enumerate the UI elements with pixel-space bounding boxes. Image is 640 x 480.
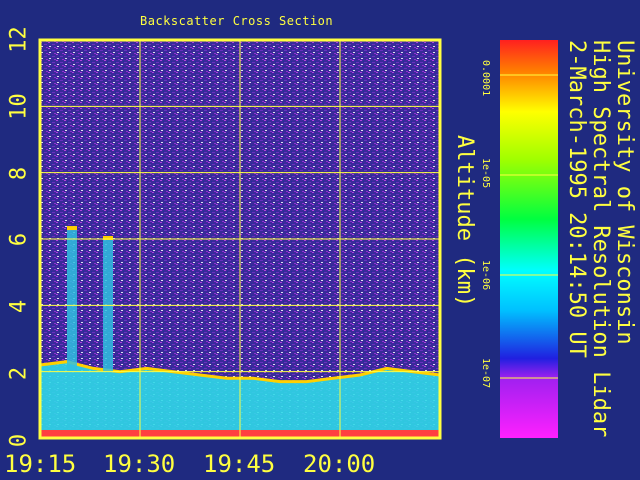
- x-tick-2000: 20:00: [303, 450, 376, 478]
- timestamp: 2-March-1995 20:14:50 UT: [564, 40, 589, 358]
- y-tick-6: 6: [6, 232, 32, 247]
- institution-name: University of Wisconsin: [612, 40, 637, 345]
- colorbar-tick-0: 0.0001: [480, 60, 491, 97]
- y-tick-8: 8: [6, 166, 32, 181]
- x-tick-1945: 19:45: [203, 450, 276, 478]
- y-axis-label: Altitude (km): [452, 135, 477, 308]
- chart-title: Backscatter Cross Section: [140, 14, 334, 28]
- cloud-plume-0: [67, 229, 77, 372]
- y-tick-12: 12: [6, 26, 32, 53]
- instrument-name: High Spectral Resolution Lidar: [588, 40, 613, 438]
- y-tick-10: 10: [6, 93, 32, 120]
- colorbar-tick-3: 1e-07: [480, 358, 491, 389]
- x-tick-1930: 19:30: [103, 450, 176, 478]
- lidar-plot: [38, 38, 558, 440]
- y-tick-2: 2: [6, 366, 32, 381]
- colorbar-tick-1: 1e-05: [480, 158, 491, 189]
- cloud-plume-top-0: [67, 226, 77, 231]
- colorbar-tick-2: 1e-06: [480, 260, 491, 291]
- x-tick-1915: 19:15: [4, 450, 77, 478]
- y-tick-4: 4: [6, 299, 32, 314]
